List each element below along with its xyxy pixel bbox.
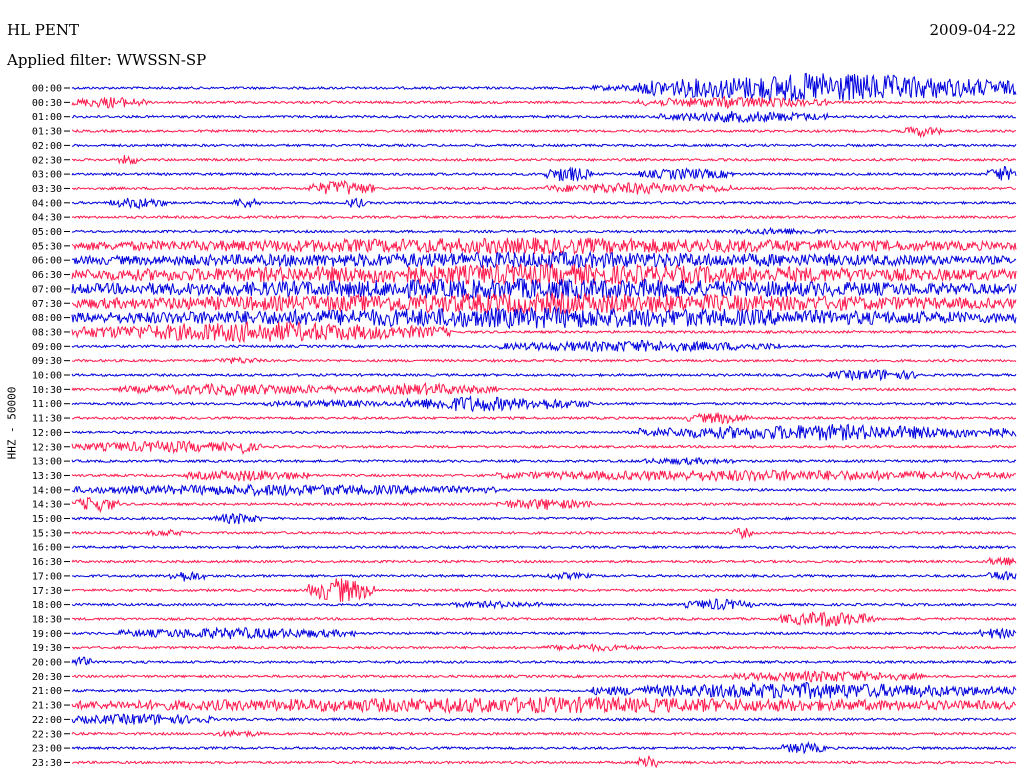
time-tick-label: 19:30 (32, 643, 62, 654)
trace-line-2130 (71, 695, 1017, 715)
time-tick-label: 11:00 (32, 399, 62, 410)
time-tick-label: 03:30 (32, 184, 62, 195)
time-tick-label: 08:30 (32, 327, 62, 338)
trace-line-1030 (71, 382, 1017, 397)
trace-line-0230 (71, 154, 1017, 166)
helicorder-plot: 00:00 00:30 01:00 01:30 02:00 02:30 03:00 03:30… (32, 72, 1017, 769)
time-tick-label: 00:00 (32, 84, 62, 95)
time-tick-label: 21:00 (32, 686, 62, 697)
trace-line-2200 (71, 713, 1017, 726)
time-tick-label: 14:00 (32, 485, 62, 496)
trace-line-0930 (71, 356, 1017, 365)
time-tick-label: 22:00 (32, 715, 62, 726)
trace-line-0530 (71, 236, 1017, 256)
trace-line-1630 (71, 556, 1017, 566)
time-tick-label: 01:30 (32, 127, 62, 138)
time-tick-label: 21:30 (32, 701, 62, 712)
time-tick-label: 20:00 (32, 658, 62, 669)
time-tick-label: 06:00 (32, 256, 62, 267)
trace-line-1430 (71, 496, 1017, 514)
time-tick-label: 00:30 (32, 98, 62, 109)
trace-line-1800 (71, 598, 1017, 611)
trace-line-2000 (71, 656, 1017, 667)
trace-line-1230 (71, 439, 1017, 456)
trace-line-1100 (71, 394, 1017, 413)
time-tick-label: 16:00 (32, 543, 62, 554)
time-tick-label: 14:30 (32, 500, 62, 511)
trace-line-0200 (71, 143, 1017, 148)
trace-line-2330 (71, 755, 1017, 769)
time-tick-label: 18:00 (32, 600, 62, 611)
time-tick-label: 10:00 (32, 371, 62, 382)
time-tick-label: 07:00 (32, 284, 62, 295)
trace-line-2030 (72, 670, 1017, 683)
time-tick-label: 17:30 (32, 586, 62, 597)
time-tick-label: 08:00 (32, 313, 62, 324)
time-tick-label: 15:30 (32, 528, 62, 539)
trace-line-0400 (71, 197, 1017, 210)
time-tick-label: 18:30 (32, 614, 62, 625)
trace-line-0630 (71, 262, 1017, 286)
time-tick-label: 06:30 (32, 270, 62, 281)
trace-line-1830 (71, 611, 1017, 627)
time-tick-label: 05:00 (32, 227, 62, 238)
trace-line-0330 (71, 179, 1017, 196)
trace-line-1930 (71, 643, 1016, 653)
trace-line-2230 (71, 728, 1017, 738)
trace-line-0300 (71, 165, 1017, 183)
time-tick-label: 16:30 (32, 557, 62, 568)
time-tick-label: 23:30 (32, 758, 62, 769)
trace-line-0430 (71, 214, 1017, 220)
trace-line-1900 (71, 626, 1017, 640)
trace-line-1000 (71, 369, 1017, 382)
time-tick-label: 02:00 (32, 141, 62, 152)
trace-line-1600 (71, 544, 1017, 550)
trace-line-0600 (71, 250, 1017, 270)
trace-line-0000 (71, 72, 1017, 102)
trace-line-1200 (71, 423, 1017, 441)
time-tick-label: 19:00 (32, 629, 62, 640)
time-tick-label: 04:00 (32, 198, 62, 209)
time-tick-label: 03:00 (32, 170, 62, 181)
trace-line-1400 (71, 483, 1017, 497)
trace-line-0030 (71, 95, 1017, 110)
trace-line-1500 (71, 512, 1017, 525)
time-tick-label: 12:00 (32, 428, 62, 439)
trace-line-2100 (71, 681, 1017, 700)
trace-line-1130 (71, 412, 1017, 425)
time-tick-label: 17:00 (32, 571, 62, 582)
time-tick-label: 05:30 (32, 241, 62, 252)
time-tick-label: 10:30 (32, 385, 62, 396)
trace-line-1330 (71, 468, 1017, 483)
trace-line-0500 (71, 226, 1017, 236)
trace-line-1530 (71, 527, 1017, 540)
time-tick-label: 01:00 (32, 112, 62, 123)
time-tick-label: 13:00 (32, 457, 62, 468)
time-tick-label: 20:30 (32, 672, 62, 683)
time-tick-label: 12:30 (32, 442, 62, 453)
time-tick-label: 07:30 (32, 299, 62, 310)
trace-line-2300 (71, 740, 1017, 755)
time-tick-label: 13:30 (32, 471, 62, 482)
time-tick-label: 09:00 (32, 342, 62, 353)
time-tick-label: 23:00 (32, 744, 62, 755)
time-tick-label: 09:30 (32, 356, 62, 367)
trace-line-1730 (71, 578, 1017, 602)
trace-line-0100 (71, 111, 1017, 124)
trace-line-0130 (71, 126, 1017, 139)
trace-line-1300 (71, 456, 1017, 466)
trace-line-0900 (71, 339, 1017, 353)
time-tick-label: 02:30 (32, 155, 62, 166)
time-tick-label: 15:00 (32, 514, 62, 525)
time-tick-label: 04:30 (32, 213, 62, 224)
trace-line-1700 (71, 570, 1017, 582)
time-tick-label: 11:30 (32, 414, 62, 425)
time-tick-label: 22:30 (32, 729, 62, 740)
trace-line-0700 (71, 277, 1017, 300)
